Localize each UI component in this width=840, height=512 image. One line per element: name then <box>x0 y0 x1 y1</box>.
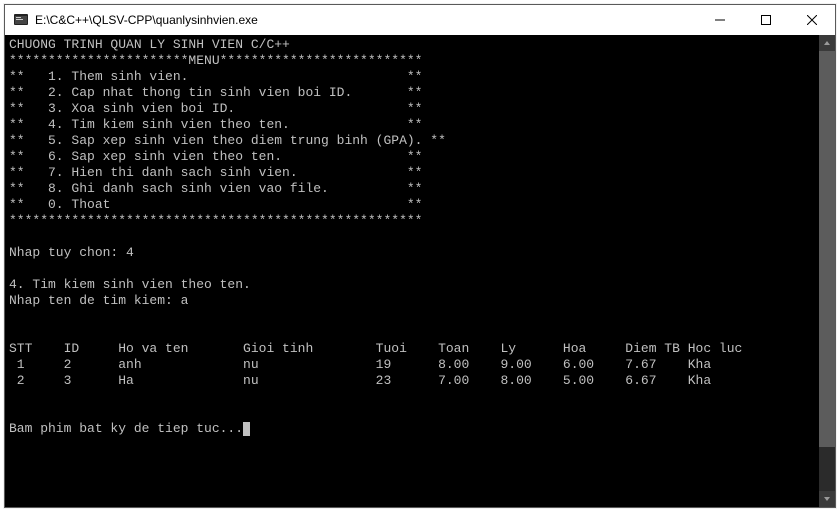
cursor <box>243 422 250 436</box>
vertical-scrollbar[interactable] <box>819 35 835 507</box>
menu-item: ** 5. Sap xep sinh vien theo diem trung … <box>9 133 831 149</box>
menu-item: ** 2. Cap nhat thong tin sinh vien boi I… <box>9 85 831 101</box>
blank-line <box>9 229 831 245</box>
choice-prompt-value: 4 <box>126 245 134 260</box>
scroll-thumb[interactable] <box>819 51 835 447</box>
menu-item: ** 8. Ghi danh sach sinh vien vao file. … <box>9 181 831 197</box>
blank-line <box>9 405 831 421</box>
scroll-up-button[interactable] <box>819 35 835 51</box>
menu-item: ** 4. Tim kiem sinh vien theo ten. ** <box>9 117 831 133</box>
menu-item: ** 6. Sap xep sinh vien theo ten. ** <box>9 149 831 165</box>
scroll-track[interactable] <box>819 51 835 491</box>
table-header: STT ID Ho va ten Gioi tinh Tuoi Toan Ly … <box>9 341 831 357</box>
choice-prompt-label: Nhap tuy chon: <box>9 245 126 260</box>
table-row: 1 2 anh nu 19 8.00 9.00 6.00 7.67 Kha <box>9 357 831 373</box>
window-title: E:\C&C++\QLSV-CPP\quanlysinhvien.exe <box>35 13 697 27</box>
program-title: CHUONG TRINH QUAN LY SINH VIEN C/C++ <box>9 37 831 53</box>
menu-item: ** 7. Hien thi danh sach sinh vien. ** <box>9 165 831 181</box>
app-icon <box>13 12 29 28</box>
scroll-down-button[interactable] <box>819 491 835 507</box>
console-area[interactable]: CHUONG TRINH QUAN LY SINH VIEN C/C++****… <box>5 35 835 507</box>
titlebar[interactable]: E:\C&C++\QLSV-CPP\quanlysinhvien.exe <box>5 5 835 35</box>
continue-line: Bam phim bat ky de tiep tuc... <box>9 421 831 437</box>
continue-prompt: Bam phim bat ky de tiep tuc... <box>9 421 243 436</box>
search-prompt-value: a <box>181 293 189 308</box>
blank-line <box>9 309 831 325</box>
menu-item: ** 0. Thoat ** <box>9 197 831 213</box>
close-button[interactable] <box>789 5 835 35</box>
blank-line <box>9 325 831 341</box>
minimize-button[interactable] <box>697 5 743 35</box>
table-row: 2 3 Ha nu 23 7.00 8.00 5.00 6.67 Kha <box>9 373 831 389</box>
search-prompt-label: Nhap ten de tim kiem: <box>9 293 181 308</box>
selected-option: 4. Tim kiem sinh vien theo ten. <box>9 277 831 293</box>
choice-line: Nhap tuy chon: 4 <box>9 245 831 261</box>
search-line: Nhap ten de tim kiem: a <box>9 293 831 309</box>
blank-line <box>9 389 831 405</box>
app-window: E:\C&C++\QLSV-CPP\quanlysinhvien.exe CHU… <box>4 4 836 508</box>
maximize-button[interactable] <box>743 5 789 35</box>
menu-item: ** 3. Xoa sinh vien boi ID. ** <box>9 101 831 117</box>
window-controls <box>697 5 835 35</box>
menu-border-bottom: ****************************************… <box>9 213 831 229</box>
menu-item: ** 1. Them sinh vien. ** <box>9 69 831 85</box>
blank-line <box>9 261 831 277</box>
menu-border-top: ***********************MENU*************… <box>9 53 831 69</box>
